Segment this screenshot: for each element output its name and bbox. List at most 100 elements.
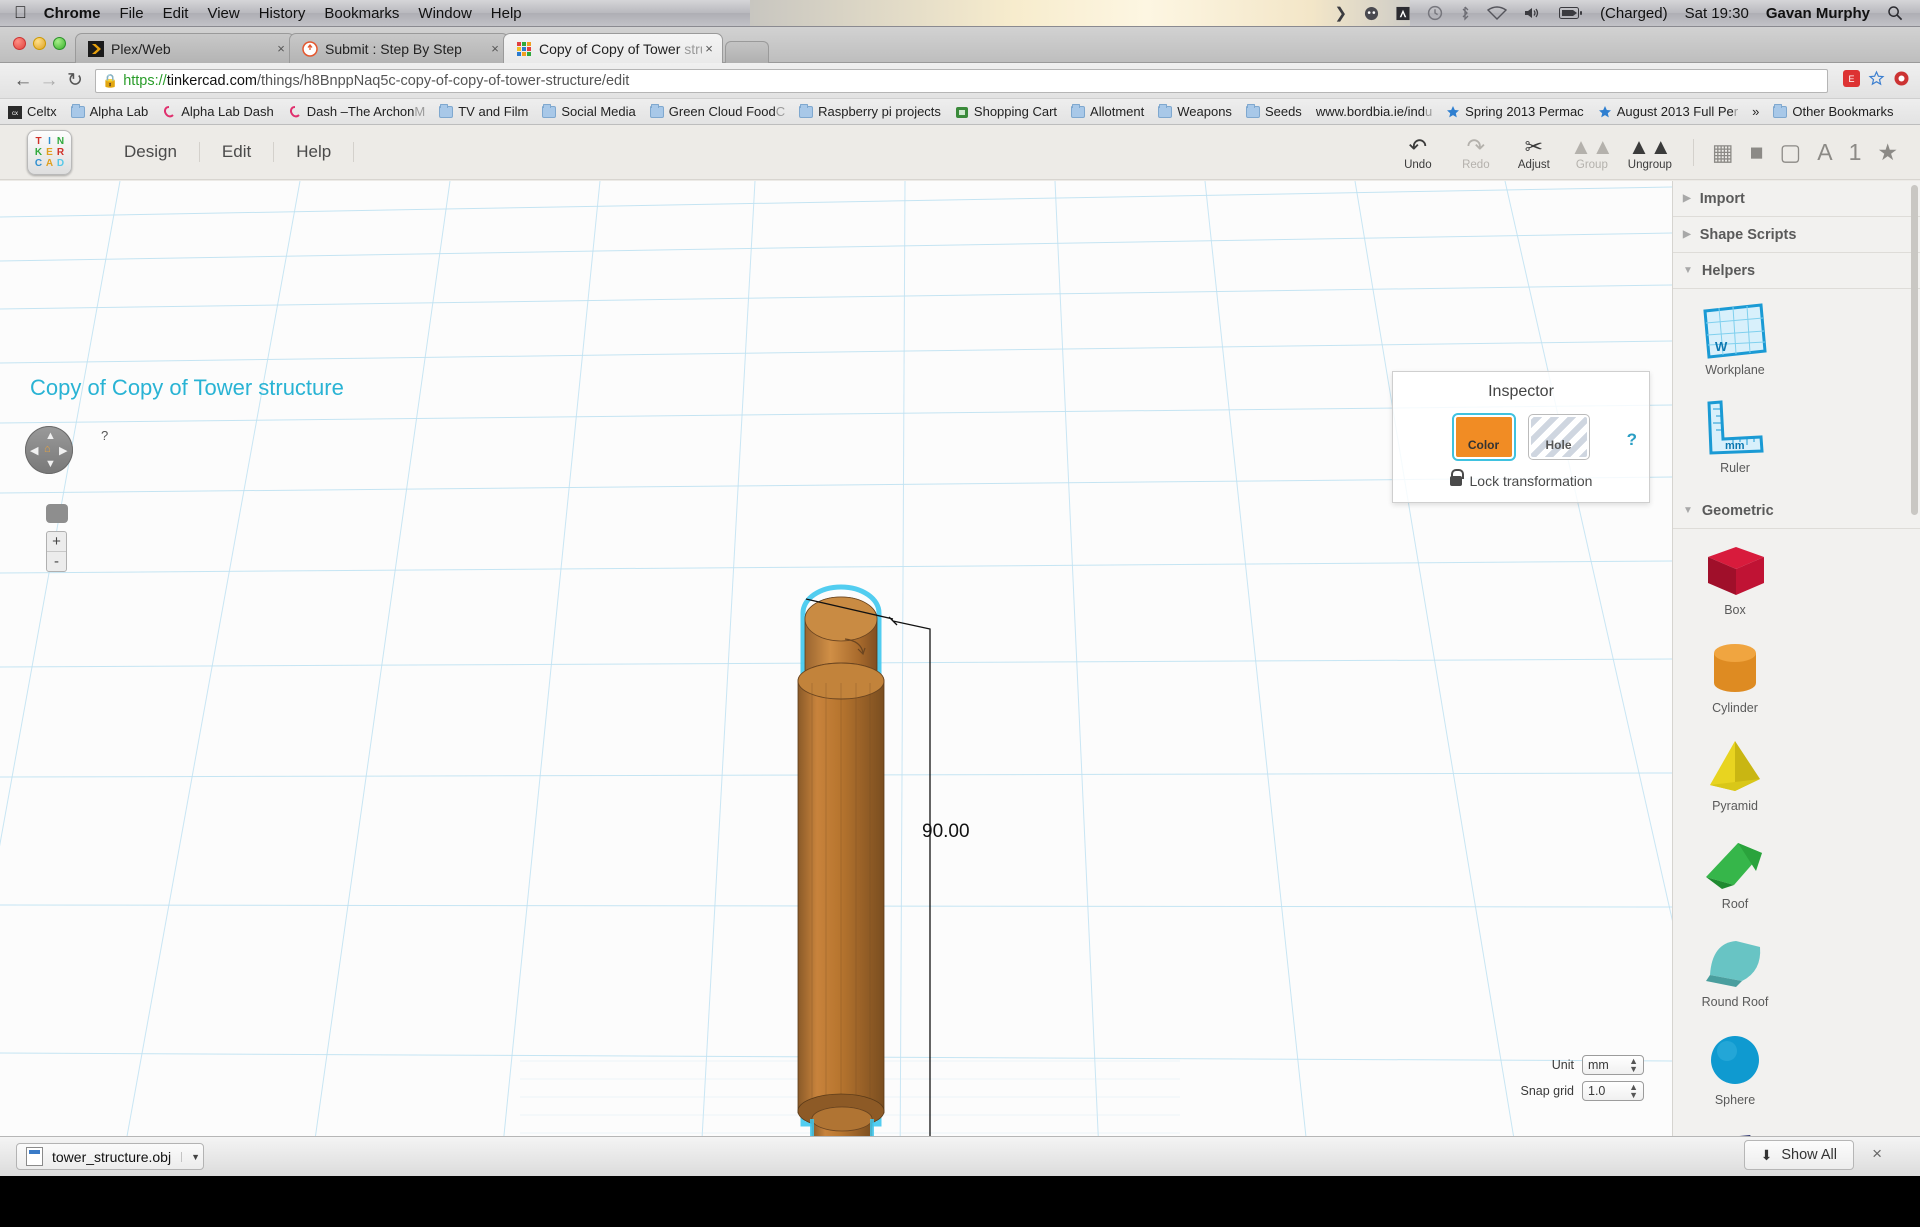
extension-red-icon[interactable]: E bbox=[1843, 70, 1860, 91]
apple-logo-icon[interactable]:  bbox=[14, 3, 27, 23]
adobe-icon[interactable] bbox=[1396, 6, 1410, 21]
close-downloads-bar-button[interactable]: × bbox=[1872, 1144, 1882, 1164]
bookmark-bordbia[interactable]: www.bordbia.ie/indu bbox=[1316, 104, 1432, 119]
hole-swatch-button[interactable]: Hole bbox=[1529, 415, 1589, 459]
design-canvas[interactable]: Copy of Copy of Tower structure ▲ ◀ ▶ ▼ … bbox=[0, 181, 1672, 1175]
menu-window[interactable]: Window bbox=[418, 5, 471, 22]
zoom-controls[interactable]: + - bbox=[46, 531, 67, 572]
reload-icon[interactable]: ↻ bbox=[62, 69, 88, 92]
bookmark-dash-archon[interactable]: Dash –The Archon M bbox=[288, 104, 426, 119]
shape-cylinder[interactable]: Cylinder bbox=[1673, 635, 1797, 733]
forward-arrow-icon[interactable]: → bbox=[36, 70, 62, 92]
shape-workplane[interactable]: W Workplane bbox=[1673, 297, 1797, 395]
volume-icon[interactable] bbox=[1524, 6, 1542, 20]
battery-icon[interactable] bbox=[1559, 7, 1583, 19]
shape-sphere[interactable]: Sphere bbox=[1673, 1027, 1797, 1125]
panel-scrollbar[interactable] bbox=[1911, 185, 1918, 515]
menu-chrome[interactable]: Chrome bbox=[44, 5, 101, 22]
bookmark-seeds[interactable]: Seeds bbox=[1246, 104, 1302, 119]
adjust-button[interactable]: ✂ Adjust bbox=[1505, 135, 1563, 171]
star-icon[interactable] bbox=[1868, 70, 1885, 91]
menu-edit[interactable]: Edit bbox=[200, 142, 274, 162]
shape-roof[interactable]: Roof bbox=[1673, 831, 1797, 929]
menu-design[interactable]: Design bbox=[102, 142, 200, 162]
inspector-help-icon[interactable]: ? bbox=[1627, 430, 1637, 450]
snap-grid-select[interactable]: 1.0 ▲▼ bbox=[1582, 1081, 1644, 1101]
view-down-icon[interactable]: ▼ bbox=[45, 458, 56, 470]
zoom-out-button[interactable]: - bbox=[47, 551, 66, 571]
bookmark-allotment[interactable]: Allotment bbox=[1071, 104, 1144, 119]
close-icon[interactable]: × bbox=[702, 41, 716, 56]
view-right-icon[interactable]: ▶ bbox=[59, 444, 67, 457]
chevron-right-icon[interactable]: ❯ bbox=[1334, 4, 1347, 22]
star-icon[interactable]: ★ bbox=[1877, 139, 1898, 166]
bookmark-other-bookmarks[interactable]: Other Bookmarks bbox=[1773, 104, 1893, 119]
view-help-icon[interactable]: ? bbox=[101, 428, 108, 443]
bluetooth-icon[interactable] bbox=[1460, 5, 1470, 21]
grid-icon[interactable]: ▦ bbox=[1712, 139, 1734, 166]
chevron-down-icon[interactable]: ▼ bbox=[181, 1152, 200, 1162]
view-left-icon[interactable]: ◀ bbox=[30, 444, 38, 457]
zoom-in-button[interactable]: + bbox=[47, 532, 66, 551]
close-icon[interactable]: × bbox=[274, 41, 288, 56]
home-icon[interactable]: ⌂ bbox=[44, 443, 51, 455]
redo-button[interactable]: ↷ Redo bbox=[1447, 135, 1505, 171]
shape-box[interactable]: Box bbox=[1673, 537, 1797, 635]
new-tab-button[interactable] bbox=[725, 41, 769, 63]
close-window-button[interactable] bbox=[13, 37, 26, 50]
bookmark-august-2013-full-permaculture[interactable]: August 2013 Full Per bbox=[1598, 104, 1738, 119]
dropbox-icon[interactable] bbox=[1364, 6, 1379, 21]
back-arrow-icon[interactable]: ← bbox=[10, 70, 36, 92]
text-a-icon[interactable]: A bbox=[1817, 139, 1832, 166]
menu-file[interactable]: File bbox=[119, 5, 143, 22]
solid-cube-icon[interactable]: ■ bbox=[1750, 139, 1764, 166]
time-machine-icon[interactable] bbox=[1427, 5, 1443, 21]
section-helpers[interactable]: ▼ Helpers bbox=[1673, 253, 1920, 289]
section-import[interactable]: ▶ Import bbox=[1673, 181, 1920, 217]
bookmark-raspberry-pi-projects[interactable]: Raspberry pi projects bbox=[799, 104, 941, 119]
user-name[interactable]: Gavan Murphy bbox=[1766, 5, 1870, 22]
minimize-window-button[interactable] bbox=[33, 37, 46, 50]
lock-transformation-row[interactable]: Lock transformation bbox=[1393, 473, 1649, 489]
color-swatch-button[interactable]: Color bbox=[1454, 415, 1514, 459]
ungroup-button[interactable]: ▲▲ Ungroup bbox=[1621, 135, 1679, 171]
bookmark-alpha-lab-dash[interactable]: Alpha Lab Dash bbox=[162, 104, 274, 119]
close-icon[interactable]: × bbox=[488, 41, 502, 56]
bookmarks-overflow-button[interactable]: » bbox=[1752, 104, 1759, 119]
bookmark-celtx[interactable]: cxCeltx bbox=[8, 104, 57, 119]
bookmark-spring-2013-permaculture[interactable]: Spring 2013 Permac bbox=[1446, 104, 1584, 119]
shape-pyramid[interactable]: Pyramid bbox=[1673, 733, 1797, 831]
number-1-icon[interactable]: 1 bbox=[1849, 139, 1862, 166]
menu-help[interactable]: Help bbox=[274, 142, 354, 162]
zoom-window-button[interactable] bbox=[53, 37, 66, 50]
section-shape-scripts[interactable]: ▶ Shape Scripts bbox=[1673, 217, 1920, 253]
section-geometric[interactable]: ▼ Geometric bbox=[1673, 493, 1920, 529]
url-input[interactable]: 🔒 https://tinkercad.com/things/h8BnppNaq… bbox=[95, 69, 1828, 93]
wifi-icon[interactable] bbox=[1487, 6, 1507, 20]
bookmark-shopping-cart[interactable]: Shopping Cart bbox=[955, 104, 1057, 119]
tab-tinkercad[interactable]: Copy of Copy of Tower stru × bbox=[503, 33, 723, 63]
menu-edit[interactable]: Edit bbox=[163, 5, 189, 22]
bookmark-tv-and-film[interactable]: TV and Film bbox=[439, 104, 528, 119]
shape-round-roof[interactable]: Round Roof bbox=[1673, 929, 1797, 1027]
bookmark-weapons[interactable]: Weapons bbox=[1158, 104, 1232, 119]
pan-icon[interactable] bbox=[46, 504, 68, 523]
menu-view[interactable]: View bbox=[207, 5, 239, 22]
transparent-cube-icon[interactable]: ▢ bbox=[1780, 139, 1802, 166]
bookmark-green-cloud-food[interactable]: Green Cloud Food C bbox=[650, 104, 785, 119]
view-up-icon[interactable]: ▲ bbox=[45, 430, 56, 442]
tinkercad-logo[interactable]: T I N K E R C A D bbox=[27, 130, 72, 175]
dimension-height-label[interactable]: 90.00 bbox=[922, 821, 970, 843]
stepper-icon[interactable]: ▲▼ bbox=[1629, 1057, 1638, 1073]
unit-select[interactable]: mm ▲▼ bbox=[1582, 1055, 1644, 1075]
shape-ruler[interactable]: mm Ruler bbox=[1673, 395, 1797, 493]
bookmark-social-media[interactable]: Social Media bbox=[542, 104, 635, 119]
group-button[interactable]: ▲▲ Group bbox=[1563, 135, 1621, 171]
view-cube[interactable]: ▲ ◀ ▶ ▼ ⌂ bbox=[25, 426, 73, 474]
menu-bookmarks[interactable]: Bookmarks bbox=[324, 5, 399, 22]
tab-plex-web[interactable]: Plex/Web × bbox=[75, 33, 295, 63]
bookmark-alpha-lab[interactable]: Alpha Lab bbox=[71, 104, 149, 119]
stepper-icon[interactable]: ▲▼ bbox=[1629, 1083, 1638, 1099]
page-title[interactable]: Copy of Copy of Tower structure bbox=[30, 375, 344, 401]
menu-history[interactable]: History bbox=[259, 5, 306, 22]
